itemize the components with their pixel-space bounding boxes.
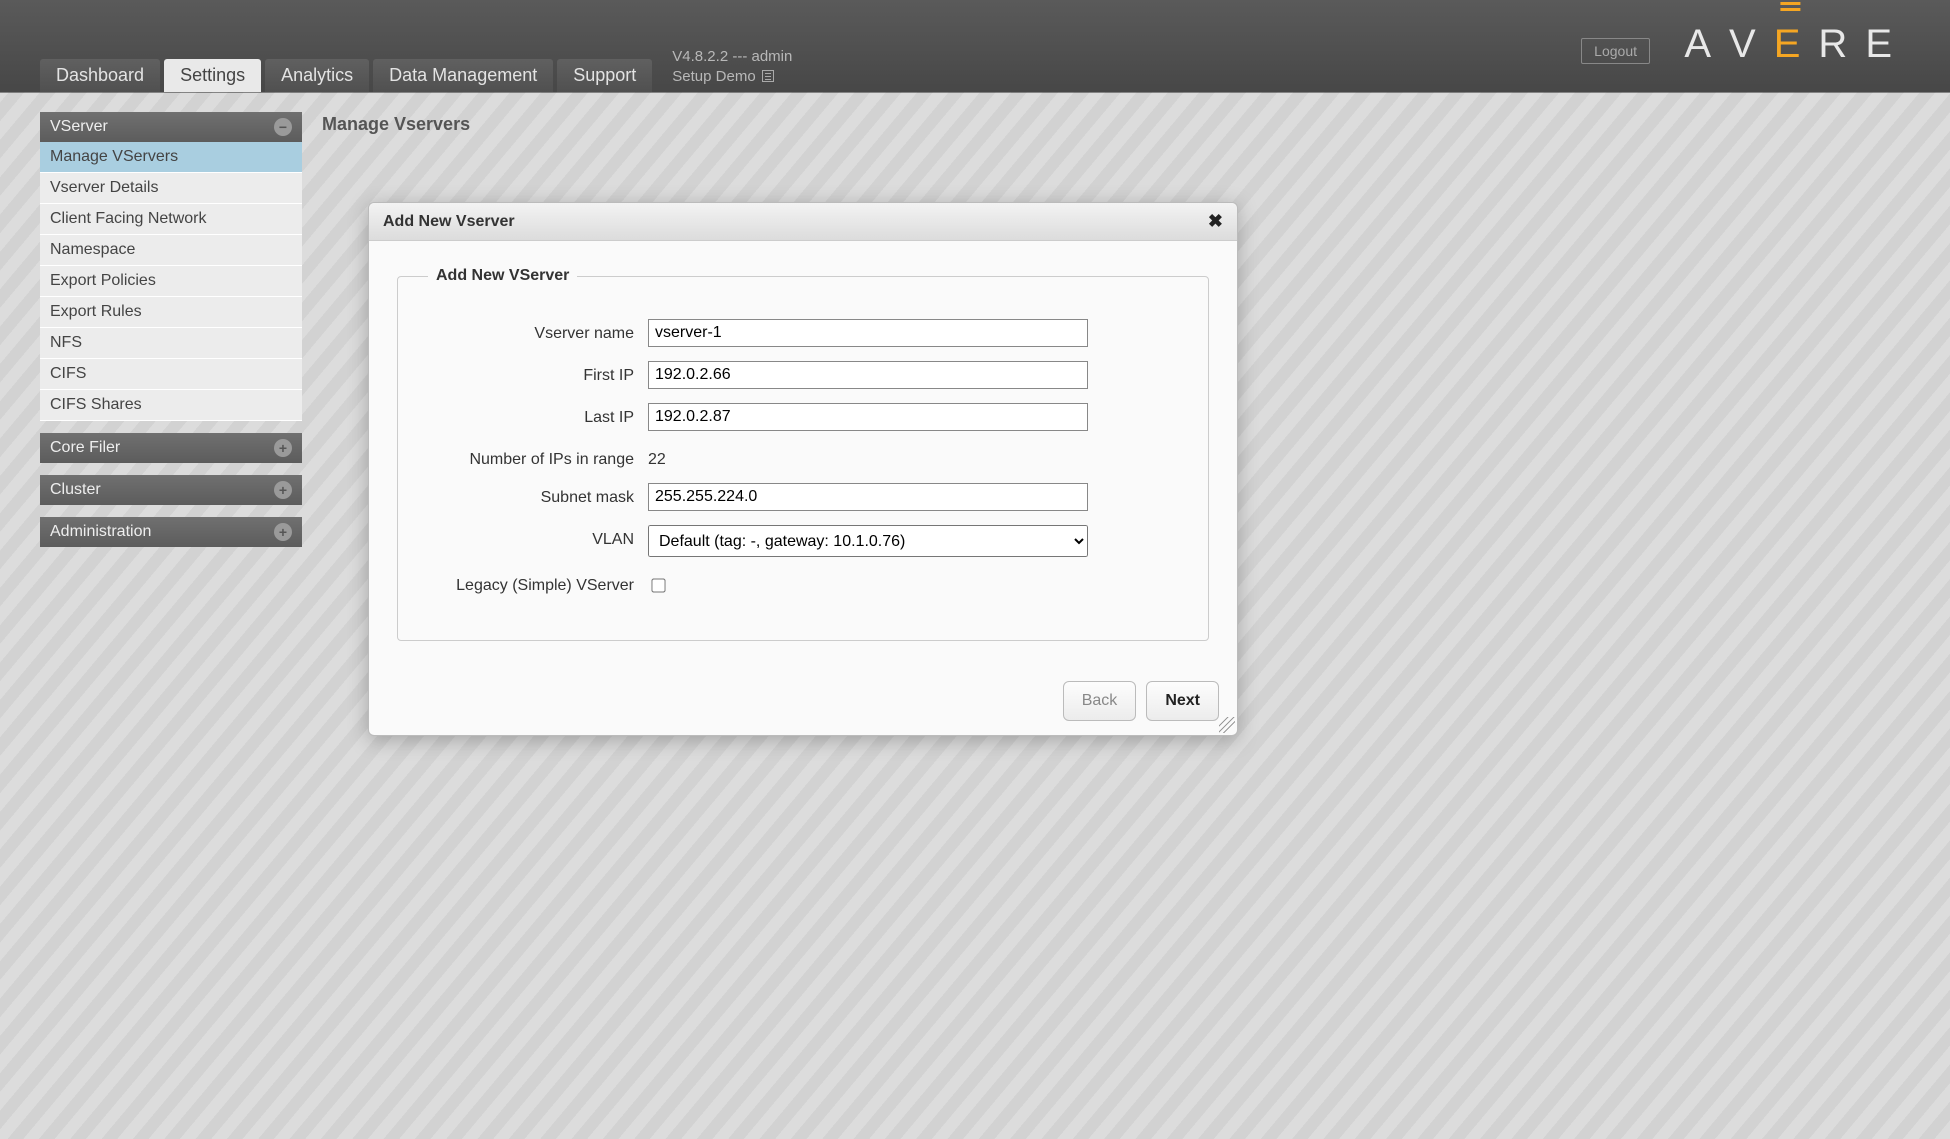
- sidebar-section-administration[interactable]: Administration +: [40, 517, 302, 547]
- legacy-checkbox[interactable]: [651, 578, 665, 592]
- dialog-title: Add New Vserver: [383, 213, 515, 231]
- setup-name: Setup Demo: [672, 67, 755, 87]
- tab-data-management[interactable]: Data Management: [373, 59, 553, 92]
- form-legend: Add New VServer: [428, 267, 577, 285]
- label-legacy: Legacy (Simple) VServer: [428, 571, 648, 595]
- version-line: V4.8.2.2 --- admin: [672, 47, 792, 67]
- tab-support[interactable]: Support: [557, 59, 652, 92]
- sidebar: VServer − Manage VServers Vserver Detail…: [40, 112, 302, 547]
- sidebar-item-vserver-details[interactable]: Vserver Details: [40, 173, 302, 204]
- sidebar-item-namespace[interactable]: Namespace: [40, 235, 302, 266]
- minus-icon[interactable]: −: [274, 118, 292, 136]
- sidebar-item-manage-vservers[interactable]: Manage VServers: [40, 142, 302, 173]
- sidebar-item-cifs-shares[interactable]: CIFS Shares: [40, 390, 302, 421]
- sidebar-section-cluster[interactable]: Cluster +: [40, 475, 302, 505]
- vlan-select[interactable]: Default (tag: -, gateway: 10.1.0.76): [648, 525, 1088, 557]
- form-fieldset: Add New VServer Vserver name First IP La…: [397, 267, 1209, 641]
- label-last-ip: Last IP: [428, 403, 648, 427]
- sidebar-section-label: Core Filer: [50, 439, 120, 457]
- tab-dashboard[interactable]: Dashboard: [40, 59, 160, 92]
- logo-letter: A: [1684, 22, 1729, 67]
- plus-icon[interactable]: +: [274, 523, 292, 541]
- list-icon[interactable]: [762, 70, 774, 82]
- tab-analytics[interactable]: Analytics: [265, 59, 369, 92]
- sidebar-section-label: Cluster: [50, 481, 101, 499]
- tab-settings[interactable]: Settings: [164, 59, 261, 92]
- vserver-name-input[interactable]: [648, 319, 1088, 347]
- sidebar-section-label: Administration: [50, 523, 151, 541]
- top-header: Dashboard Settings Analytics Data Manage…: [0, 0, 1950, 92]
- brand-logo: A V E R E: [1684, 22, 1910, 67]
- add-vserver-dialog: Add New Vserver ✖ Add New VServer Vserve…: [368, 202, 1238, 736]
- sidebar-item-cifs[interactable]: CIFS: [40, 359, 302, 390]
- main-tabs: Dashboard Settings Analytics Data Manage…: [40, 59, 652, 92]
- label-ip-count: Number of IPs in range: [428, 445, 648, 469]
- label-first-ip: First IP: [428, 361, 648, 385]
- label-vlan: VLAN: [428, 525, 648, 549]
- label-subnet-mask: Subnet mask: [428, 483, 648, 507]
- sidebar-item-export-policies[interactable]: Export Policies: [40, 266, 302, 297]
- sidebar-section-label: VServer: [50, 118, 108, 136]
- next-button[interactable]: Next: [1146, 681, 1219, 721]
- logout-button[interactable]: Logout: [1581, 38, 1650, 64]
- plus-icon[interactable]: +: [274, 439, 292, 457]
- last-ip-input[interactable]: [648, 403, 1088, 431]
- dialog-footer: Back Next: [369, 667, 1237, 735]
- page-title: Manage Vservers: [322, 114, 470, 135]
- sidebar-item-client-facing-network[interactable]: Client Facing Network: [40, 204, 302, 235]
- plus-icon[interactable]: +: [274, 481, 292, 499]
- label-vserver-name: Vserver name: [428, 319, 648, 343]
- logo-letter-accent: E: [1774, 22, 1819, 67]
- logo-letter: V: [1729, 22, 1774, 67]
- sidebar-section-core-filer[interactable]: Core Filer +: [40, 433, 302, 463]
- close-icon[interactable]: ✖: [1208, 211, 1223, 232]
- logo-letter: E: [1865, 22, 1910, 67]
- dialog-header[interactable]: Add New Vserver ✖: [369, 203, 1237, 241]
- subnet-mask-input[interactable]: [648, 483, 1088, 511]
- first-ip-input[interactable]: [648, 361, 1088, 389]
- sidebar-item-export-rules[interactable]: Export Rules: [40, 297, 302, 328]
- sidebar-item-nfs[interactable]: NFS: [40, 328, 302, 359]
- back-button[interactable]: Back: [1063, 681, 1137, 721]
- ip-count-value: 22: [648, 445, 1178, 469]
- status-block: V4.8.2.2 --- admin Setup Demo: [672, 47, 792, 86]
- dialog-body: Add New VServer Vserver name First IP La…: [369, 241, 1237, 667]
- sidebar-section-vserver[interactable]: VServer −: [40, 112, 302, 142]
- logo-letter: R: [1818, 22, 1865, 67]
- resize-handle-icon[interactable]: [1219, 717, 1235, 733]
